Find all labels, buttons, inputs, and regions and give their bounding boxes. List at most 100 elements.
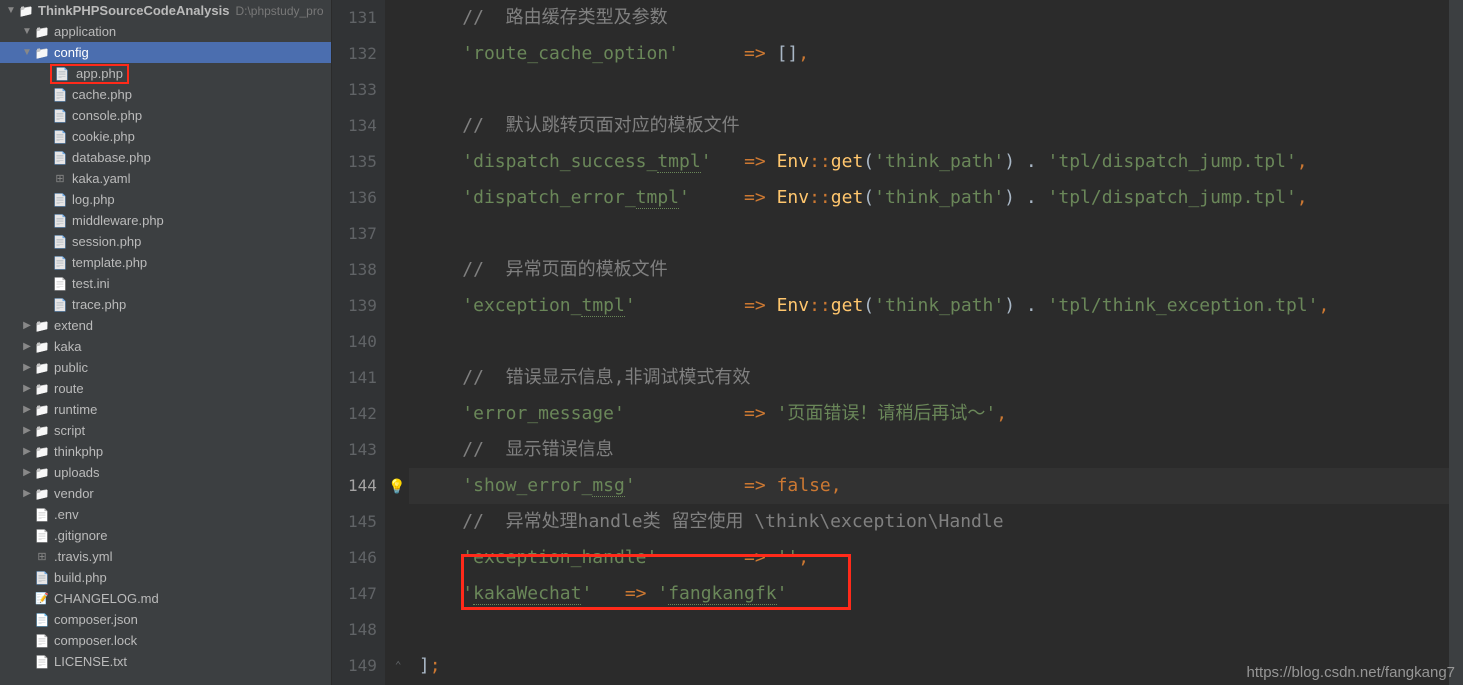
tree-item-LICENSE-txt[interactable]: LICENSE.txt	[0, 651, 331, 672]
txt-icon	[34, 528, 50, 544]
chevron-right-icon[interactable]	[20, 362, 34, 373]
chevron-right-icon[interactable]	[20, 383, 34, 394]
folder-icon	[34, 402, 50, 418]
tree-item-composer-json[interactable]: composer.json	[0, 609, 331, 630]
fold-end-icon[interactable]: ⌃	[395, 648, 402, 684]
tree-item-public[interactable]: public	[0, 357, 331, 378]
tree-item--gitignore[interactable]: .gitignore	[0, 525, 331, 546]
tree-item-kaka-yaml[interactable]: kaka.yaml	[0, 168, 331, 189]
project-tree[interactable]: ThinkPHPSourceCodeAnalysis D:\phpstudy_p…	[0, 0, 332, 685]
line-number: 149	[348, 648, 377, 684]
code-line[interactable]: 'show_error_msg' => false,	[409, 468, 1449, 504]
tree-item-kaka[interactable]: kaka	[0, 336, 331, 357]
tree-item-console-php[interactable]: console.php	[0, 105, 331, 126]
tree-item-CHANGELOG-md[interactable]: CHANGELOG.md	[0, 588, 331, 609]
line-number-gutter: 1311321331341351361371381391401411421431…	[332, 0, 385, 685]
tree-item-middleware-php[interactable]: middleware.php	[0, 210, 331, 231]
code-line[interactable]: 'exception_handle' => '',	[409, 540, 1449, 576]
code-line[interactable]: 'dispatch_success_tmpl' => Env::get('thi…	[409, 144, 1449, 180]
folder-icon	[34, 423, 50, 439]
code-line[interactable]: 'route_cache_option' => [],	[409, 36, 1449, 72]
code-area[interactable]: // 路由缓存类型及参数 'route_cache_option' => [],…	[409, 0, 1449, 685]
chevron-down-icon[interactable]	[20, 47, 34, 58]
code-editor[interactable]: 1311321331341351361371381391401411421431…	[332, 0, 1463, 685]
tree-item-thinkphp[interactable]: thinkphp	[0, 441, 331, 462]
code-line[interactable]: // 显示错误信息	[409, 432, 1449, 468]
tree-item-label: route	[54, 381, 84, 396]
code-line[interactable]	[409, 612, 1449, 648]
tree-item-app-php[interactable]: app.php	[0, 63, 331, 84]
code-line[interactable]	[409, 216, 1449, 252]
code-line[interactable]: 'error_message' => '页面错误！请稍后再试～',	[409, 396, 1449, 432]
tree-item-template-php[interactable]: template.php	[0, 252, 331, 273]
tree-item-runtime[interactable]: runtime	[0, 399, 331, 420]
chevron-right-icon[interactable]	[20, 404, 34, 415]
folder-icon	[34, 339, 50, 355]
folder-icon	[34, 360, 50, 376]
code-line[interactable]	[409, 72, 1449, 108]
tree-item-label: trace.php	[72, 297, 126, 312]
tree-item-label: .travis.yml	[54, 549, 113, 564]
tree-item-extend[interactable]: extend	[0, 315, 331, 336]
tree-item-label: build.php	[54, 570, 107, 585]
tree-item-label: template.php	[72, 255, 147, 270]
scrollbar-vertical[interactable]	[1449, 0, 1463, 685]
line-number: 135	[348, 144, 377, 180]
tree-item--env[interactable]: .env	[0, 504, 331, 525]
php-icon	[52, 129, 68, 145]
code-line[interactable]: // 路由缓存类型及参数	[409, 0, 1449, 36]
chevron-down-icon[interactable]	[20, 26, 34, 37]
tree-item-label: ThinkPHPSourceCodeAnalysis	[38, 3, 229, 18]
code-line[interactable]: // 异常处理handle类 留空使用 \think\exception\Han…	[409, 504, 1449, 540]
tree-item-config[interactable]: config	[0, 42, 331, 63]
code-line[interactable]: 'exception_tmpl' => Env::get('think_path…	[409, 288, 1449, 324]
project-path: D:\phpstudy_pro	[235, 4, 323, 18]
tree-item-label: kaka.yaml	[72, 171, 131, 186]
tree-item-vendor[interactable]: vendor	[0, 483, 331, 504]
tree-item-cache-php[interactable]: cache.php	[0, 84, 331, 105]
code-line[interactable]: 'kakaWechat' => 'fangkangfk'	[409, 576, 1449, 612]
tree-item-label: session.php	[72, 234, 141, 249]
line-number: 132	[348, 36, 377, 72]
php-icon	[52, 297, 68, 313]
php-icon	[52, 234, 68, 250]
tree-item-route[interactable]: route	[0, 378, 331, 399]
tree-item-uploads[interactable]: uploads	[0, 462, 331, 483]
tree-item-test-ini[interactable]: test.ini	[0, 273, 331, 294]
chevron-right-icon[interactable]	[20, 425, 34, 436]
tree-item-cookie-php[interactable]: cookie.php	[0, 126, 331, 147]
chevron-right-icon[interactable]	[20, 488, 34, 499]
tree-item-script[interactable]: script	[0, 420, 331, 441]
tree-item-label: CHANGELOG.md	[54, 591, 159, 606]
tree-item-trace-php[interactable]: trace.php	[0, 294, 331, 315]
code-line[interactable]: 'dispatch_error_tmpl' => Env::get('think…	[409, 180, 1449, 216]
chevron-down-icon[interactable]	[4, 5, 18, 16]
code-line[interactable]: // 错误显示信息,非调试模式有效	[409, 360, 1449, 396]
php-icon	[52, 192, 68, 208]
code-line[interactable]: // 异常页面的模板文件	[409, 252, 1449, 288]
chevron-right-icon[interactable]	[20, 467, 34, 478]
tree-item-log-php[interactable]: log.php	[0, 189, 331, 210]
chevron-right-icon[interactable]	[20, 446, 34, 457]
tree-item-database-php[interactable]: database.php	[0, 147, 331, 168]
intention-bulb-icon[interactable]: 💡	[385, 468, 409, 504]
tree-item-label: cache.php	[72, 87, 132, 102]
tree-root[interactable]: ThinkPHPSourceCodeAnalysis D:\phpstudy_p…	[0, 0, 331, 21]
code-line[interactable]	[409, 324, 1449, 360]
line-number: 142	[348, 396, 377, 432]
tree-item-label: cookie.php	[72, 129, 135, 144]
tree-item-build-php[interactable]: build.php	[0, 567, 331, 588]
chevron-right-icon[interactable]	[20, 341, 34, 352]
tree-item-session-php[interactable]: session.php	[0, 231, 331, 252]
code-line[interactable]: // 默认跳转页面对应的模板文件	[409, 108, 1449, 144]
tree-item-composer-lock[interactable]: composer.lock	[0, 630, 331, 651]
chevron-right-icon[interactable]	[20, 320, 34, 331]
tree-item-label: config	[54, 45, 89, 60]
line-number: 144	[348, 468, 377, 504]
line-number: 134	[348, 108, 377, 144]
tree-item-label: extend	[54, 318, 93, 333]
folder-icon	[34, 24, 50, 40]
tree-item--travis-yml[interactable]: .travis.yml	[0, 546, 331, 567]
tree-item-application[interactable]: application	[0, 21, 331, 42]
json-icon	[34, 612, 50, 628]
